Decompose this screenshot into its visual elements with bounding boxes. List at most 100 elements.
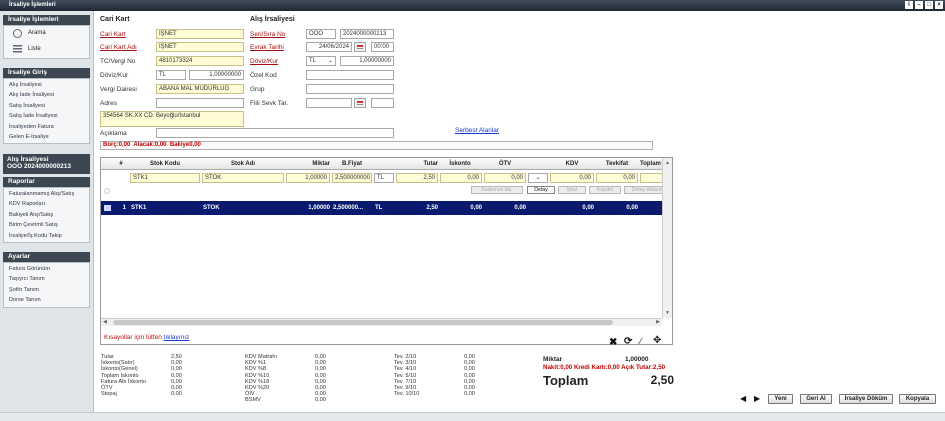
scroll-left-icon[interactable]: ◀ (103, 319, 107, 325)
sidebar-item[interactable]: Alış İade İrsaliyesi (4, 90, 89, 100)
row-checkbox[interactable] (104, 188, 110, 194)
total-label: Stopaj (101, 391, 117, 398)
edit-birim[interactable]: TL (374, 173, 394, 183)
calendar-icon[interactable] (354, 98, 366, 108)
geri-al-button[interactable]: Geri Al (800, 394, 832, 404)
detay-button[interactable]: Detay (527, 186, 555, 194)
evrak-tarihi-field[interactable]: 24/06/2024 (306, 42, 352, 52)
currency-select-value: TL (309, 58, 317, 64)
sidebar-item[interactable]: Şoför Tanım (4, 285, 89, 295)
col-header: B.Fiyat (341, 161, 362, 167)
total-row: BSMV 0,00 (245, 397, 335, 403)
time-field[interactable]: 00:00 (371, 42, 394, 52)
sidebar-section-ayarlar: Ayarlar Fatura Görünüm Taşıyıcı Tanım Şo… (3, 252, 90, 308)
cari-section-title: Cari Kart (100, 16, 130, 23)
tc-vergi-no-field[interactable]: 4810173324 (156, 56, 244, 66)
currency-select[interactable]: TL ⌄ (306, 56, 336, 66)
fiili-sevk-time-field[interactable] (371, 98, 394, 108)
cari-kart-field[interactable]: İŞNET (156, 29, 244, 39)
balance-bar: Borç:0,00 Alacak:0,00 Bakiye0,00 (100, 141, 653, 150)
edit-icon[interactable]: ∕ (640, 336, 642, 346)
serbest-alanlar-link[interactable]: Serbest Alanlar (455, 127, 499, 134)
edit-kdv[interactable]: 0,00 (550, 173, 594, 183)
scroll-up-icon[interactable]: ▲ (665, 160, 670, 166)
seri-sira-label[interactable]: Seri/Sıra No (250, 31, 285, 38)
close-icon[interactable]: × (935, 1, 943, 9)
scroll-down-icon[interactable]: ▼ (665, 310, 670, 316)
edit-stok-adi[interactable]: STOK (202, 173, 284, 183)
row-selector-icon[interactable] (104, 205, 111, 211)
scroll-thumb[interactable] (113, 320, 613, 325)
cari-kart-adi-field[interactable]: İŞNET (156, 42, 244, 52)
horizontal-scrollbar[interactable]: ◀ ▶ (101, 318, 662, 326)
edit-otv[interactable]: 0,00 (484, 173, 526, 183)
refresh-icon[interactable]: ⟳ (624, 336, 632, 347)
irsaliye-dokum-button[interactable]: İrsaliye Döküm (839, 394, 893, 404)
edit-tutar[interactable]: 2,50 (396, 173, 438, 183)
status-bar (0, 412, 945, 421)
current-document-panel: Alış İrsaliyesi OOO 2024000000213 (3, 154, 90, 174)
adres-field[interactable] (156, 98, 244, 108)
table-row[interactable]: 1 STK1 STOK 1,00000 2,500000... TL 2,50 … (101, 201, 672, 215)
kademeli-iskonto-button[interactable]: Kademeli İsk. (471, 186, 523, 194)
sidebar-item[interactable]: Fatura Görünüm (4, 264, 89, 274)
sidebar-item[interactable]: Birim Çevrimli Satış (4, 220, 89, 230)
help-icon[interactable]: i (905, 1, 913, 9)
delete-icon[interactable]: ✖ (609, 337, 617, 348)
cari-kart-adi-label[interactable]: Cari Kart Adı (100, 44, 137, 51)
search-icon[interactable] (13, 29, 22, 38)
edit-stok-kodu[interactable]: STK1 (130, 173, 200, 183)
fiili-sevk-field[interactable] (306, 98, 352, 108)
maximize-icon[interactable]: □ (925, 1, 933, 9)
exchange-rate2-field[interactable]: 1,00000000 (340, 56, 394, 66)
ozel-kod-field[interactable] (306, 70, 394, 80)
sidebar-item[interactable]: Faturalanmamış Alış/Satış (4, 189, 89, 199)
sidebar-item[interactable]: İrsaliye/İş Kodu Takip (4, 231, 89, 241)
total-label: KDV %1 (245, 360, 267, 367)
prev-record-icon[interactable]: ◀ (740, 394, 746, 403)
shortcut-text: Kısayollar için lütfen (104, 334, 164, 341)
sidebar-item[interactable]: KDV Raporları (4, 199, 89, 209)
sidebar-item-arama[interactable]: Arama (28, 30, 46, 36)
sidebar-item-liste[interactable]: Liste (28, 46, 41, 52)
totals-col-1: Tutar 2,50 İskonto(Satır) 0,00 İskonto(Gen… (101, 354, 191, 397)
edit-tevkifat[interactable]: 0,00 (596, 173, 638, 183)
calendar-icon[interactable] (354, 42, 366, 52)
kaydet-button[interactable]: Kaydet (589, 186, 621, 194)
sira-field[interactable]: 2024000000213 (340, 29, 394, 39)
aciklama-field[interactable] (156, 128, 394, 138)
move-icon[interactable]: ✥ (653, 335, 661, 346)
sidebar-item[interactable]: İrsaliyeden Fatura (4, 122, 89, 132)
yeni-button[interactable]: Yeni (768, 394, 793, 404)
sidebar-item[interactable]: Satış İrsaliyesi (4, 101, 89, 111)
edit-miktar[interactable]: 1,00000 (286, 173, 330, 183)
cari-kart-label[interactable]: Cari Kart (100, 31, 126, 38)
kdv-select[interactable]: ⌄ (528, 173, 548, 183)
kopyala-button[interactable]: Kopyala (899, 394, 936, 404)
sidebar-item[interactable]: Dorse Tanım (4, 295, 89, 305)
currency-field[interactable]: TL (156, 70, 186, 80)
evrak-tarihi-label: Evrak Tarihi (250, 44, 284, 51)
edit-bfiyat[interactable]: 2,500000000 (332, 173, 372, 183)
vergi-dairesi-field[interactable]: ABANA MAL MÜDÜRLÜĞ (156, 84, 244, 94)
seri-field[interactable]: OOO (306, 29, 336, 39)
ozel-kod-label: Özel Kod (250, 72, 277, 79)
list-icon[interactable] (13, 45, 22, 54)
scroll-right-icon[interactable]: ▶ (656, 319, 660, 325)
next-record-icon[interactable]: ▶ (754, 394, 760, 403)
shortcut-link[interactable]: tıklayınız (164, 334, 190, 341)
sidebar-item[interactable]: Bakiyeli Alış/Satış (4, 210, 89, 220)
tc-vergi-no-label: TC/Vergi No (100, 58, 136, 65)
address-textarea[interactable]: 354564 SK.XX CD. Beyoğlu/İstanbul (100, 111, 244, 127)
total-label: İskonto(Genel) (101, 366, 138, 373)
sidebar-item[interactable]: Alış İrsaliyesi (4, 80, 89, 90)
sidebar-item[interactable]: Gelen E-İrsaliye (4, 132, 89, 142)
iptal-button[interactable]: İptal (558, 186, 586, 194)
vertical-scrollbar[interactable]: ▲ ▼ (662, 158, 672, 318)
exchange-rate-field[interactable]: 1,00000000 (189, 70, 244, 80)
grup-field[interactable] (306, 84, 394, 94)
edit-iskonto[interactable]: 0,00 (440, 173, 482, 183)
sidebar-item[interactable]: Satış İade İrsaliyesi (4, 111, 89, 121)
minimize-icon[interactable]: – (915, 1, 923, 9)
sidebar-item[interactable]: Taşıyıcı Tanım (4, 274, 89, 284)
